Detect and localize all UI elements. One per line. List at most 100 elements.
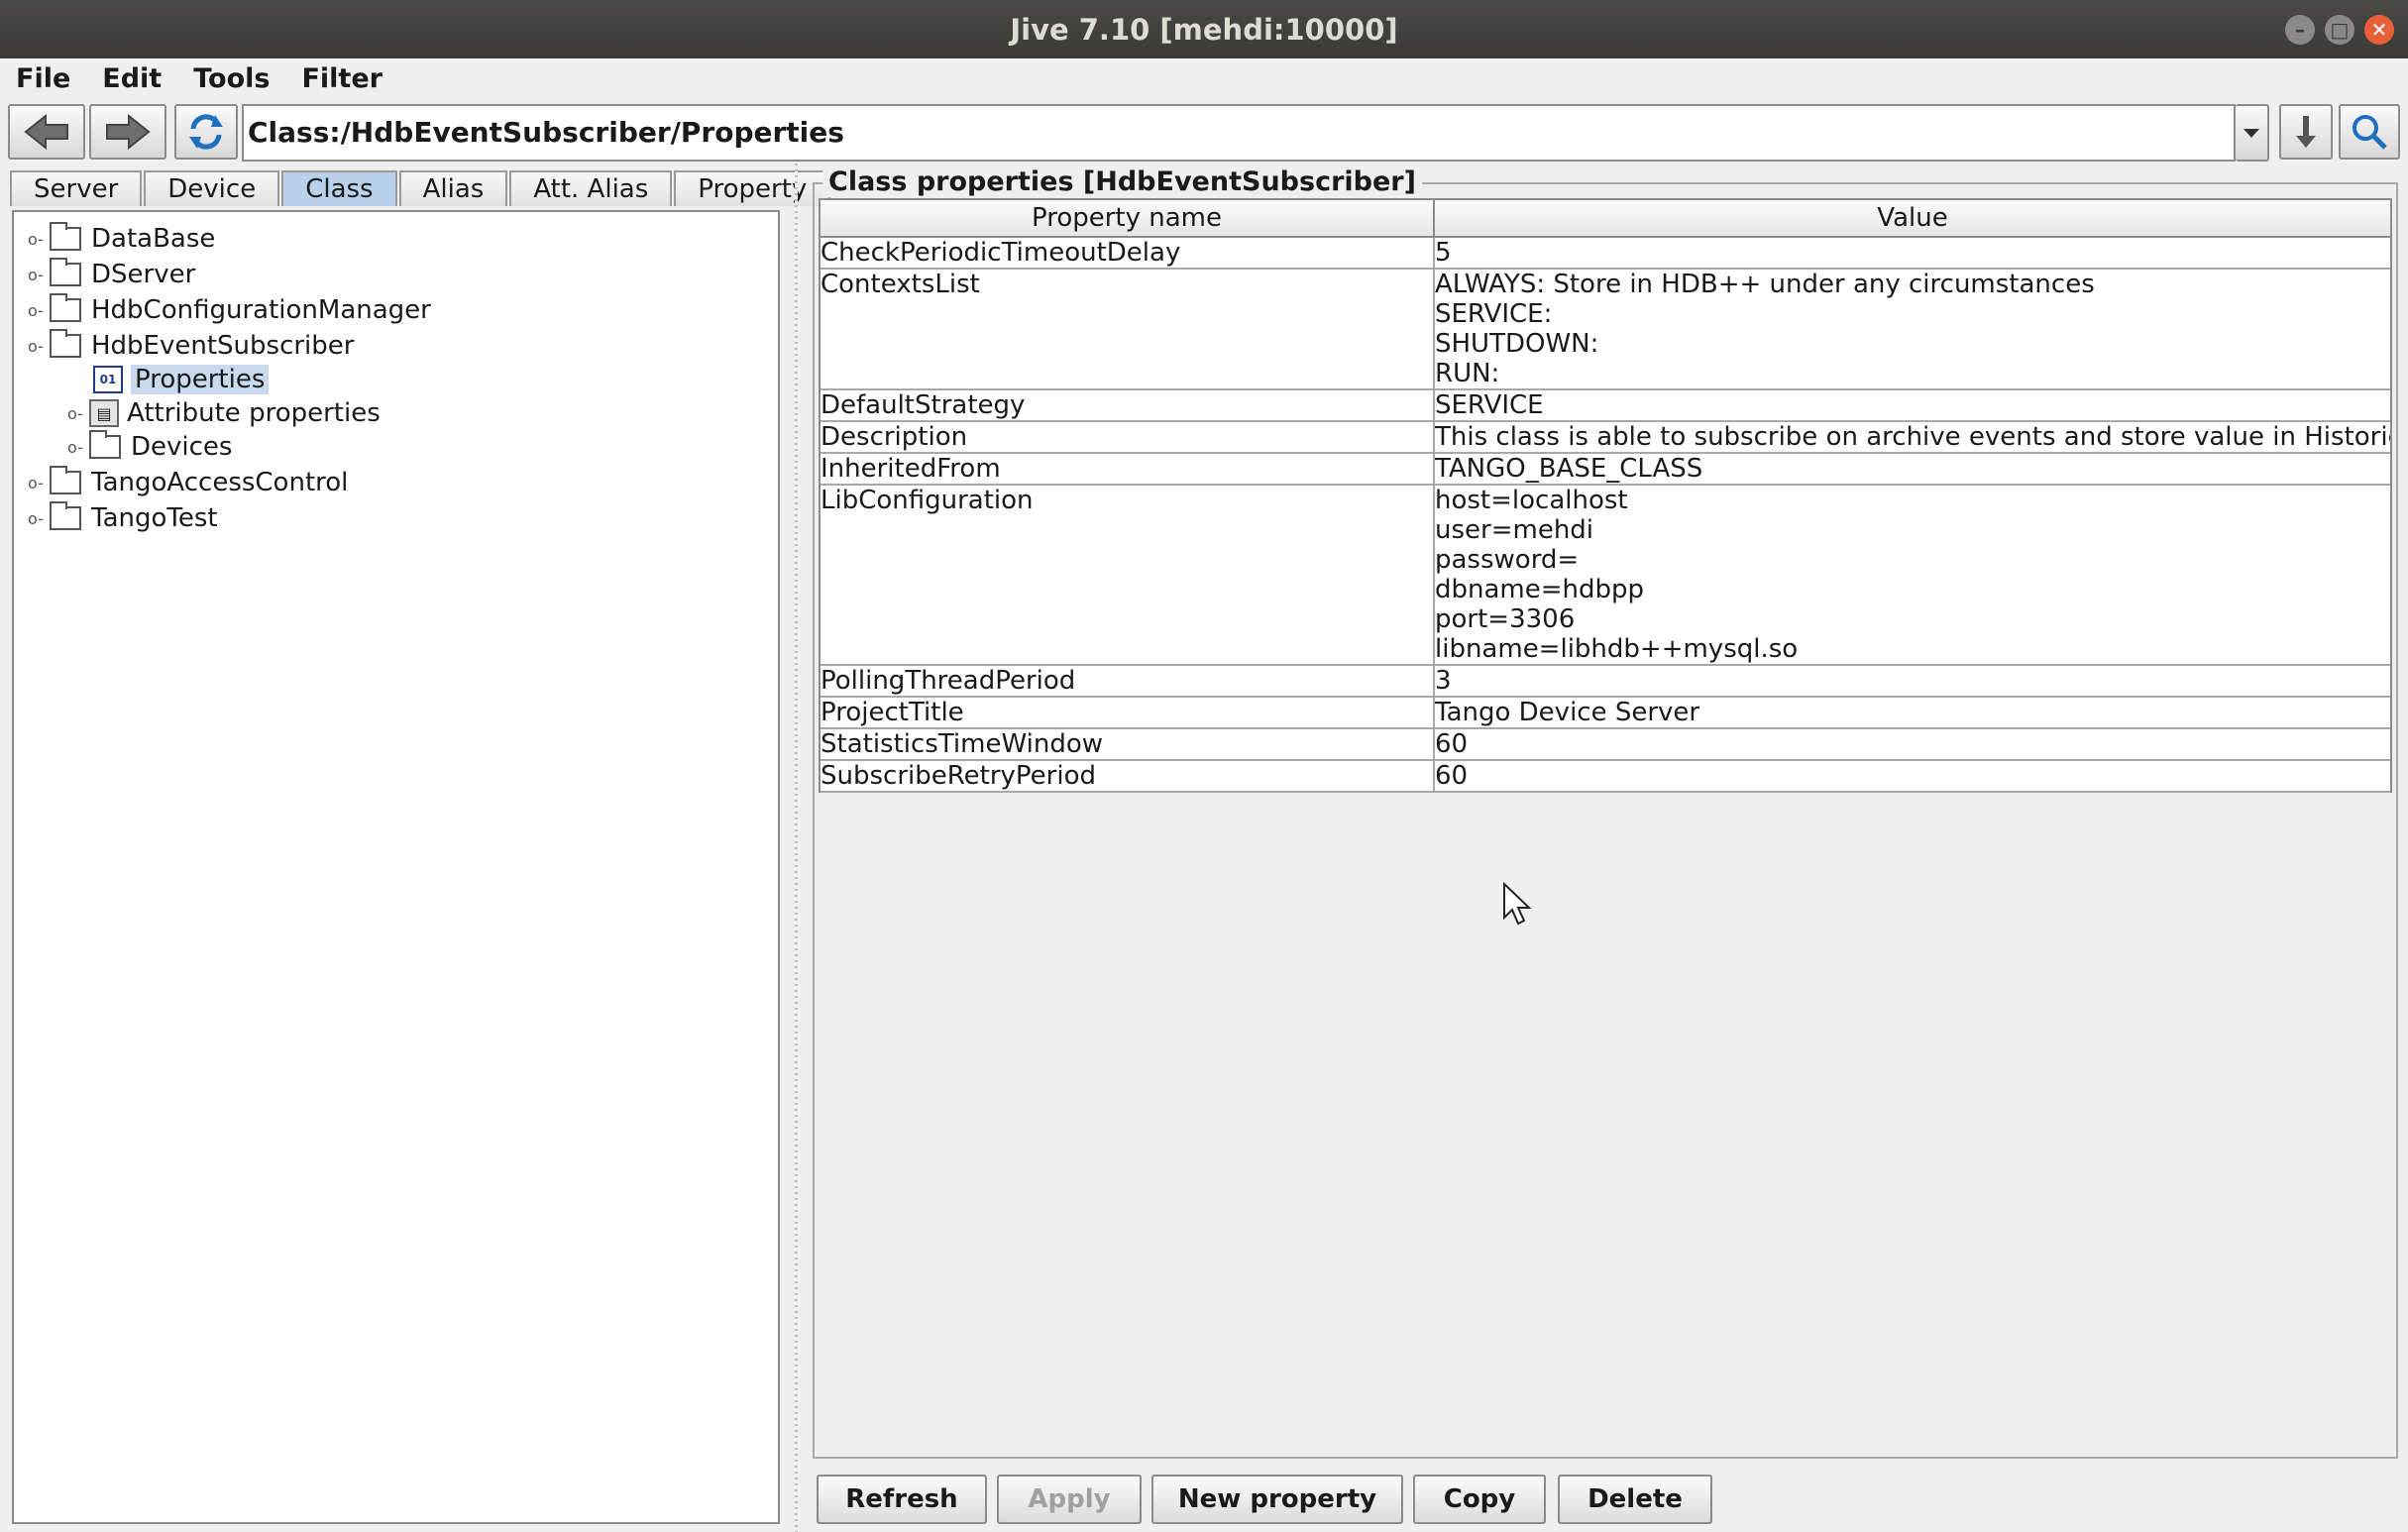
table-row[interactable]: SubscribeRetryPeriod 60 — [821, 761, 2390, 793]
path-dropdown-button[interactable] — [2236, 104, 2269, 162]
expand-icon[interactable]: o- — [67, 404, 89, 423]
property-value-cell[interactable]: ALWAYS: Store in HDB++ under any circums… — [1435, 270, 2390, 388]
delete-button[interactable]: Delete — [1558, 1475, 1712, 1524]
menu-tools[interactable]: Tools — [177, 63, 285, 94]
window-titlebar: Jive 7.10 [mehdi:10000] – □ ✕ — [0, 0, 2408, 58]
tree-node-label: DServer — [91, 260, 196, 289]
menu-edit[interactable]: Edit — [86, 63, 177, 94]
menu-filter[interactable]: Filter — [285, 63, 398, 94]
tab-property[interactable]: Property — [674, 170, 831, 206]
property-value-cell[interactable]: This class is able to subscribe on archi… — [1435, 422, 2390, 452]
table-row[interactable]: Description This class is able to subscr… — [821, 422, 2390, 454]
folder-icon — [50, 501, 81, 530]
table-row[interactable]: PollingThreadPeriod 3 — [821, 666, 2390, 698]
copy-button[interactable]: Copy — [1413, 1475, 1546, 1524]
tab-class[interactable]: Class — [281, 170, 397, 206]
table-row[interactable]: DefaultStrategy SERVICE — [821, 390, 2390, 422]
tree-node-database[interactable]: o- DataBase — [28, 222, 215, 256]
expand-icon[interactable]: o- — [28, 230, 50, 249]
expand-icon[interactable]: o- — [28, 301, 50, 320]
properties-icon: 01 — [93, 366, 123, 393]
tree-node-label: TangoTest — [91, 503, 218, 533]
table-row[interactable]: LibConfiguration host=localhost user=meh… — [821, 486, 2390, 666]
back-button[interactable] — [8, 104, 85, 160]
properties-table: Property name Value CheckPeriodicTimeout… — [819, 198, 2392, 793]
expand-icon[interactable]: o- — [28, 266, 50, 284]
property-value-cell[interactable]: 60 — [1435, 761, 2390, 791]
collapse-icon[interactable]: o- — [28, 337, 50, 356]
refresh-button[interactable]: Refresh — [817, 1475, 987, 1524]
table-row[interactable]: CheckPeriodicTimeoutDelay 5 — [821, 238, 2390, 270]
tree-node-tangotest[interactable]: o- TangoTest — [28, 501, 218, 535]
value-line: dbname=hdbpp — [1435, 575, 1645, 604]
refresh-button[interactable] — [174, 104, 238, 160]
new-property-button[interactable]: New property — [1151, 1475, 1403, 1524]
tab-server[interactable]: Server — [10, 170, 143, 206]
class-properties-title: Class properties [HdbEventSubscriber] — [822, 166, 1422, 197]
close-icon[interactable]: ✕ — [2364, 15, 2394, 45]
table-row[interactable]: InheritedFrom TANGO_BASE_CLASS — [821, 454, 2390, 486]
tree-node-label: HdbConfigurationManager — [91, 295, 431, 325]
table-row[interactable]: ContextsList ALWAYS: Store in HDB++ unde… — [821, 270, 2390, 390]
back-arrow-icon — [24, 113, 68, 151]
folder-icon — [50, 258, 81, 286]
expand-icon[interactable]: o- — [67, 438, 89, 457]
property-name-cell[interactable]: ProjectTitle — [821, 698, 1435, 727]
property-name-cell[interactable]: InheritedFrom — [821, 454, 1435, 484]
folder-icon — [89, 430, 121, 459]
property-name-cell[interactable]: StatisticsTimeWindow — [821, 729, 1435, 759]
property-name-cell[interactable]: Description — [821, 422, 1435, 452]
minimize-icon[interactable]: – — [2285, 15, 2315, 45]
tab-device[interactable]: Device — [144, 170, 280, 206]
split-pane-divider[interactable] — [790, 164, 804, 1532]
property-value-cell[interactable]: 3 — [1435, 666, 2390, 696]
expand-icon[interactable]: o- — [28, 474, 50, 492]
menu-file[interactable]: File — [0, 63, 86, 94]
tree-node-attribute-properties[interactable]: o- ▤ Attribute properties — [67, 396, 381, 430]
value-line: This class is able to subscribe on archi… — [1435, 422, 2390, 452]
search-button[interactable] — [2339, 104, 2400, 160]
value-line: ALWAYS: Store in HDB++ under any circums… — [1435, 270, 2095, 299]
property-value-cell[interactable]: 60 — [1435, 729, 2390, 759]
property-name-cell[interactable]: CheckPeriodicTimeoutDelay — [821, 238, 1435, 268]
table-header: Property name Value — [821, 200, 2390, 238]
tab-alias[interactable]: Alias — [398, 170, 508, 206]
table-row[interactable]: ProjectTitle Tango Device Server — [821, 698, 2390, 729]
property-name-cell[interactable]: SubscribeRetryPeriod — [821, 761, 1435, 791]
tree-node-dserver[interactable]: o- DServer — [28, 258, 195, 291]
forward-button[interactable] — [89, 104, 166, 160]
property-name-cell[interactable]: PollingThreadPeriod — [821, 666, 1435, 696]
property-value-cell[interactable]: 5 — [1435, 238, 2390, 268]
column-header-property-name[interactable]: Property name — [821, 200, 1435, 236]
value-line: Tango Device Server — [1435, 698, 1700, 727]
property-value-cell[interactable]: TANGO_BASE_CLASS — [1435, 454, 2390, 484]
property-value-cell[interactable]: SERVICE — [1435, 390, 2390, 420]
property-name-cell[interactable]: DefaultStrategy — [821, 390, 1435, 420]
property-value-cell[interactable]: Tango Device Server — [1435, 698, 2390, 727]
tree-node-devices[interactable]: o- Devices — [67, 430, 232, 464]
maximize-icon[interactable]: □ — [2325, 15, 2354, 45]
tree-node-tangoaccesscontrol[interactable]: o- TangoAccessControl — [28, 466, 348, 499]
mouse-cursor-icon — [1503, 882, 1532, 926]
property-value-cell[interactable]: host=localhost user=mehdi password= dbna… — [1435, 486, 2390, 664]
value-line: user=mehdi — [1435, 515, 1594, 545]
path-input[interactable]: Class:/HdbEventSubscriber/Properties — [242, 104, 2236, 162]
attribute-properties-icon: ▤ — [89, 399, 119, 427]
property-name-cell[interactable]: LibConfiguration — [821, 486, 1435, 664]
table-row[interactable]: StatisticsTimeWindow 60 — [821, 729, 2390, 761]
tree-node-hdbeventsubscriber[interactable]: o- HdbEventSubscriber — [28, 329, 354, 363]
expand-icon[interactable]: o- — [28, 509, 50, 528]
folder-open-icon — [50, 329, 81, 358]
tree-node-properties[interactable]: 01 Properties — [93, 363, 270, 396]
value-line: SERVICE — [1435, 390, 1544, 420]
tree-node-hdbconfigurationmanager[interactable]: o- HdbConfigurationManager — [28, 293, 431, 327]
toolbar: Class:/HdbEventSubscriber/Properties — [0, 100, 2408, 165]
go-button[interactable] — [2279, 104, 2333, 160]
column-header-value[interactable]: Value — [1435, 200, 2390, 236]
value-line: port=3306 — [1435, 604, 1576, 634]
tab-att-alias[interactable]: Att. Alias — [509, 170, 673, 206]
apply-button[interactable]: Apply — [997, 1475, 1142, 1524]
tree-node-label: TangoAccessControl — [91, 468, 349, 497]
value-line: 60 — [1435, 729, 1469, 759]
property-name-cell[interactable]: ContextsList — [821, 270, 1435, 388]
